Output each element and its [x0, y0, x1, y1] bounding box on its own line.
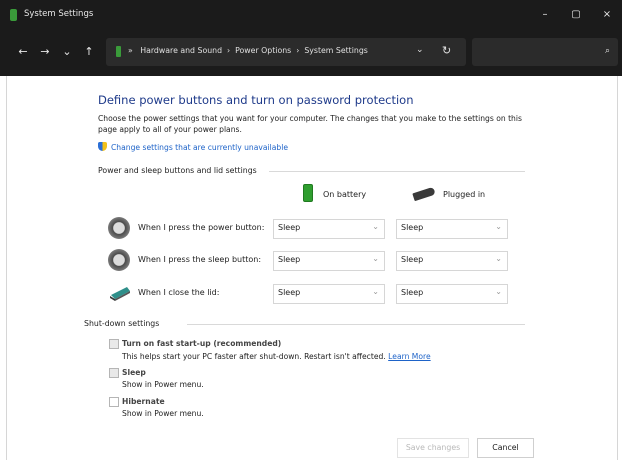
sleep-option-label: Sleep	[122, 368, 146, 377]
recent-locations-chevron-icon[interactable]: ⌄	[58, 43, 76, 61]
battery-icon	[303, 184, 313, 202]
change-settings-link-text: Change settings that are currently unava…	[111, 143, 289, 152]
select-value: Sleep	[401, 223, 424, 232]
hibernate-option-label: Hibernate	[122, 397, 165, 406]
breadcrumb-overflow-icon[interactable]: »	[128, 46, 133, 55]
select-value: Sleep	[401, 288, 424, 297]
close-lid-battery-select[interactable]: Sleep ⌄	[273, 284, 385, 304]
select-value: Sleep	[278, 255, 301, 264]
breadcrumb-power-options[interactable]: Power Options	[235, 46, 291, 55]
chevron-down-icon: ⌄	[495, 287, 502, 296]
search-icon: ⌕	[604, 46, 610, 56]
maximize-button[interactable]: ▢	[561, 5, 591, 25]
shutdown-section-label: Shut-down settings	[84, 319, 160, 328]
plug-icon	[412, 186, 436, 202]
content-pane: Define power buttons and turn on passwor…	[6, 76, 618, 460]
fast-startup-desc-text: This helps start your PC faster after sh…	[122, 352, 386, 361]
chevron-down-icon: ⌄	[372, 254, 379, 263]
sleep-button-plugged-select[interactable]: Sleep ⌄	[396, 251, 508, 271]
close-lid-label: When I close the lid:	[138, 288, 220, 297]
address-dropdown-icon[interactable]: ⌄	[416, 45, 424, 55]
up-arrow-icon[interactable]: ↑	[80, 43, 98, 61]
sleep-button-icon	[108, 249, 130, 271]
address-box[interactable]: » Hardware and Sound › Power Options › S…	[106, 38, 466, 66]
column-on-battery: On battery	[323, 190, 367, 199]
power-button-icon	[108, 217, 130, 239]
breadcrumb-separator-icon: ›	[296, 46, 300, 55]
close-lid-plugged-select[interactable]: Sleep ⌄	[396, 284, 508, 304]
window-title: System Settings	[24, 9, 94, 19]
breadcrumb-hardware-and-sound[interactable]: Hardware and Sound	[140, 46, 222, 55]
select-value: Sleep	[278, 288, 301, 297]
select-value: Sleep	[278, 223, 301, 232]
change-settings-link[interactable]: Change settings that are currently unava…	[98, 142, 288, 152]
power-section-label: Power and sleep buttons and lid settings	[98, 166, 257, 175]
page-description: Choose the power settings that you want …	[98, 114, 522, 134]
breadcrumb: » Hardware and Sound › Power Options › S…	[128, 46, 368, 55]
column-plugged-in: Plugged in	[443, 190, 486, 199]
chevron-down-icon: ⌄	[372, 222, 379, 231]
chevron-down-icon: ⌄	[495, 254, 502, 263]
close-button[interactable]: ×	[592, 5, 622, 25]
sleep-button-label: When I press the sleep button:	[138, 255, 262, 264]
hibernate-checkbox[interactable]	[109, 397, 119, 407]
learn-more-link[interactable]: Learn More	[388, 352, 430, 361]
uac-shield-icon	[98, 142, 107, 151]
power-button-plugged-select[interactable]: Sleep ⌄	[396, 219, 508, 239]
laptop-lid-icon	[110, 287, 130, 301]
fast-startup-description: This helps start your PC faster after sh…	[122, 352, 431, 361]
forward-arrow-icon[interactable]: →	[36, 43, 54, 61]
breadcrumb-separator-icon: ›	[227, 46, 231, 55]
battery-location-icon	[116, 46, 121, 57]
navigation-bar: ← → ⌄ ↑ » Hardware and Sound › Power Opt…	[0, 30, 622, 76]
save-changes-button[interactable]: Save changes	[397, 438, 469, 458]
search-input[interactable]: ⌕	[472, 38, 618, 66]
sleep-checkbox[interactable]	[109, 368, 119, 378]
page-title: Define power buttons and turn on passwor…	[98, 93, 414, 107]
select-value: Sleep	[401, 255, 424, 264]
back-arrow-icon[interactable]: ←	[14, 43, 32, 61]
power-button-battery-select[interactable]: Sleep ⌄	[273, 219, 385, 239]
fast-startup-label: Turn on fast start-up (recommended)	[122, 339, 282, 348]
fast-startup-checkbox[interactable]	[109, 339, 119, 349]
section-divider	[187, 324, 525, 325]
refresh-icon[interactable]: ↻	[442, 44, 451, 57]
cancel-button[interactable]: Cancel	[477, 438, 534, 458]
breadcrumb-system-settings[interactable]: System Settings	[304, 46, 368, 55]
minimize-button[interactable]: –	[530, 5, 560, 25]
chevron-down-icon: ⌄	[495, 222, 502, 231]
sleep-button-battery-select[interactable]: Sleep ⌄	[273, 251, 385, 271]
chevron-down-icon: ⌄	[372, 287, 379, 296]
power-button-label: When I press the power button:	[138, 223, 265, 232]
sleep-option-description: Show in Power menu.	[122, 380, 204, 389]
title-bar: System Settings – ▢ ×	[0, 0, 622, 30]
hibernate-option-description: Show in Power menu.	[122, 409, 204, 418]
battery-app-icon	[10, 9, 17, 21]
section-divider	[269, 171, 525, 172]
